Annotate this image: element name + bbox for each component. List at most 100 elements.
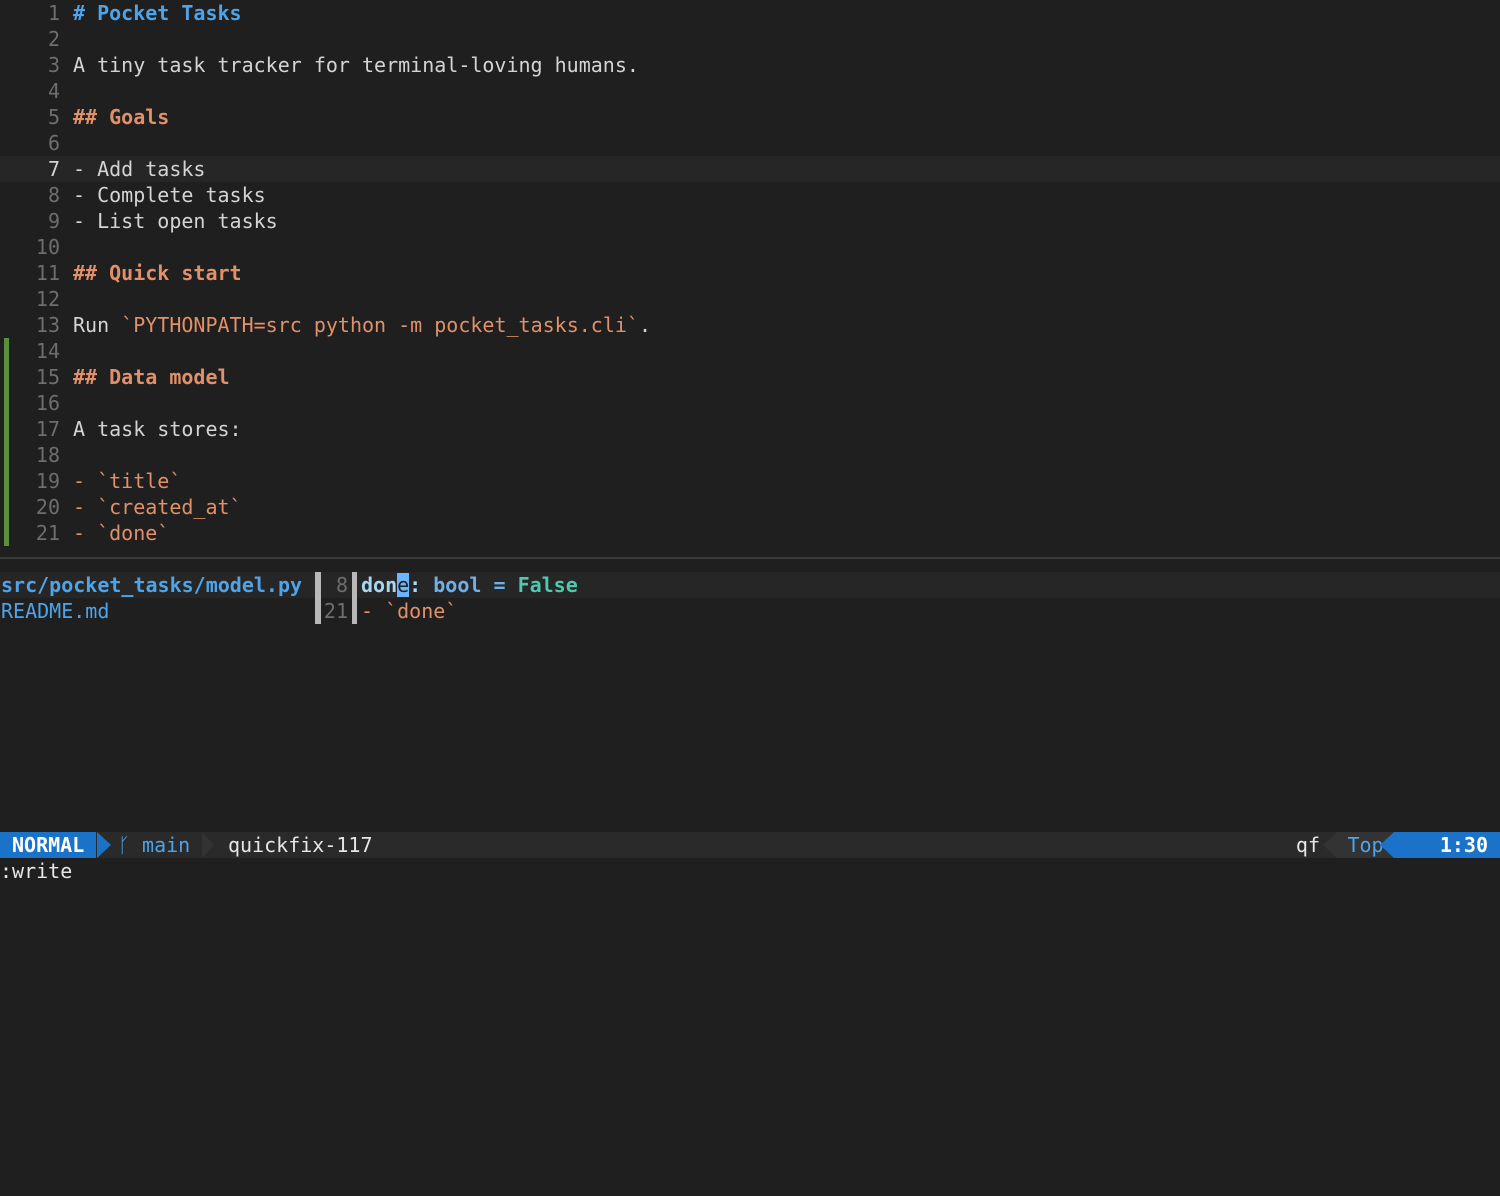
editor-line[interactable]: 4 [0, 78, 1500, 104]
text-segment: `done` [97, 521, 170, 545]
text-segment: don [361, 573, 398, 597]
editor-line[interactable]: 18 [0, 442, 1500, 468]
line-number: 21 [35, 521, 60, 545]
editor-line[interactable]: 6 [0, 130, 1500, 156]
branch-icon: ᚴ [118, 833, 130, 857]
editor-line[interactable]: 2 [0, 26, 1500, 52]
git-branch: ᚴ main [118, 832, 190, 858]
quickfix-separator [352, 598, 357, 624]
quickfix-list[interactable]: src/pocket_tasks/model.py 8 done: bool = F… [0, 572, 1500, 832]
line-number: 20 [35, 495, 60, 519]
line-number: 11 [35, 261, 60, 285]
editor-line[interactable]: 7 - Add tasks [0, 156, 1500, 182]
line-text: # Pocket Tasks [73, 0, 242, 26]
line-number: 13 [35, 313, 60, 337]
text-segment: ## Data model [73, 365, 230, 389]
editor-line[interactable]: 16 [0, 390, 1500, 416]
text-segment: . [638, 313, 651, 337]
line-number: 5 [47, 105, 60, 129]
line-number: 16 [35, 391, 60, 415]
text-segment: - `done` [361, 599, 458, 623]
text-segment: A task stores: [73, 417, 242, 441]
editor-line[interactable]: 14 [0, 338, 1500, 364]
quickfix-line-number: 8 [335, 573, 348, 597]
editor-line[interactable]: 11 ## Quick start [0, 260, 1500, 286]
line-number: 9 [47, 209, 60, 233]
text-segment: - Add tasks [73, 157, 206, 181]
text-segment: bool [433, 573, 482, 597]
text-segment: = [481, 573, 518, 597]
line-text: A tiny task tracker for terminal-loving … [73, 52, 639, 78]
branch-name: main [142, 833, 191, 857]
quickfix-text: - `done` [361, 598, 457, 624]
cursor-location-text: 1:30 [1439, 833, 1488, 857]
mode-indicator: NORMAL [0, 832, 97, 858]
text-segment: - [73, 521, 98, 545]
editor-line[interactable]: 17 A task stores: [0, 416, 1500, 442]
text-segment: - [73, 495, 98, 519]
line-number: 4 [47, 79, 60, 103]
line-text: ## Data model [73, 364, 230, 390]
editor-line[interactable]: 5 ## Goals [0, 104, 1500, 130]
text-segment: `created_at` [97, 495, 242, 519]
command-line[interactable]: :write [0, 858, 1500, 885]
line-number: 7 [47, 157, 60, 181]
window-divider [0, 557, 1500, 559]
quickfix-separator [315, 572, 321, 598]
line-number: 8 [47, 183, 60, 207]
text-segment: : [409, 573, 434, 597]
text-segment: Run [73, 313, 122, 337]
text-segment: `title` [97, 469, 182, 493]
line-number: 2 [47, 27, 60, 51]
text-segment: - [73, 469, 98, 493]
line-number: 14 [35, 339, 60, 363]
text-segment: - List open tasks [73, 209, 278, 233]
mode-separator [97, 832, 111, 858]
quickfix-separator [352, 572, 357, 598]
editor-line[interactable]: 21- `done` [0, 520, 1500, 546]
line-text: - `done` [73, 520, 169, 546]
editor-line[interactable]: 15 ## Data model [0, 364, 1500, 390]
editor-line[interactable]: 12 [0, 286, 1500, 312]
line-number: 1 [47, 1, 60, 25]
line-number: 17 [35, 417, 60, 441]
line-text: Run `PYTHONPATH=src python -m pocket_tas… [73, 312, 651, 338]
cursor: e [397, 573, 410, 597]
editor-line[interactable]: 20- `created_at` [0, 494, 1500, 520]
text-segment: `PYTHONPATH=src python -m pocket_tasks.c… [121, 313, 639, 337]
line-number: 12 [35, 287, 60, 311]
buffer-name: quickfix-117 [228, 833, 373, 857]
quickfix-item[interactable]: README.md 21 - `done` [0, 598, 1500, 624]
text-segment: ## Goals [73, 105, 170, 129]
quickfix-item[interactable]: src/pocket_tasks/model.py 8 done: bool = F… [0, 572, 1500, 598]
text-segment: ## Quick start [73, 261, 242, 285]
line-number: 10 [35, 235, 60, 259]
editor-line[interactable]: 13 Run `PYTHONPATH=src python -m pocket_t… [0, 312, 1500, 338]
branch-separator [202, 832, 214, 858]
text-segment: A tiny task tracker for terminal-loving … [73, 53, 639, 77]
line-number: 3 [47, 53, 60, 77]
quickfix-line-number: 21 [323, 599, 348, 623]
cursor-location: 1:30 [1394, 832, 1500, 858]
editor-line[interactable]: 1 # Pocket Tasks [0, 0, 1500, 26]
editor-line[interactable]: 3 A tiny task tracker for terminal-loving… [0, 52, 1500, 78]
quickfix-filename: README.md [1, 599, 110, 623]
quickfix-separator [315, 598, 321, 624]
editor-pane[interactable]: 1 # Pocket Tasks 2 3 A tiny task tracker for… [0, 0, 1500, 552]
line-number: 19 [35, 469, 60, 493]
line-text: A task stores: [73, 416, 242, 442]
line-number: 18 [35, 443, 60, 467]
line-text: - List open tasks [73, 208, 278, 234]
text-segment: # Pocket Tasks [73, 1, 242, 25]
line-text: - Complete tasks [73, 182, 266, 208]
text-segment: - Complete tasks [73, 183, 266, 207]
position-separator [1323, 832, 1337, 858]
editor-line[interactable]: 9 - List open tasks [0, 208, 1500, 234]
editor-line[interactable]: 10 [0, 234, 1500, 260]
quickfix-text: done: bool = False [361, 572, 578, 598]
editor-line[interactable]: 8 - Complete tasks [0, 182, 1500, 208]
text-segment: False [517, 573, 578, 597]
line-text: - `created_at` [73, 494, 242, 520]
line-text: ## Goals [73, 104, 169, 130]
editor-line[interactable]: 19- `title` [0, 468, 1500, 494]
